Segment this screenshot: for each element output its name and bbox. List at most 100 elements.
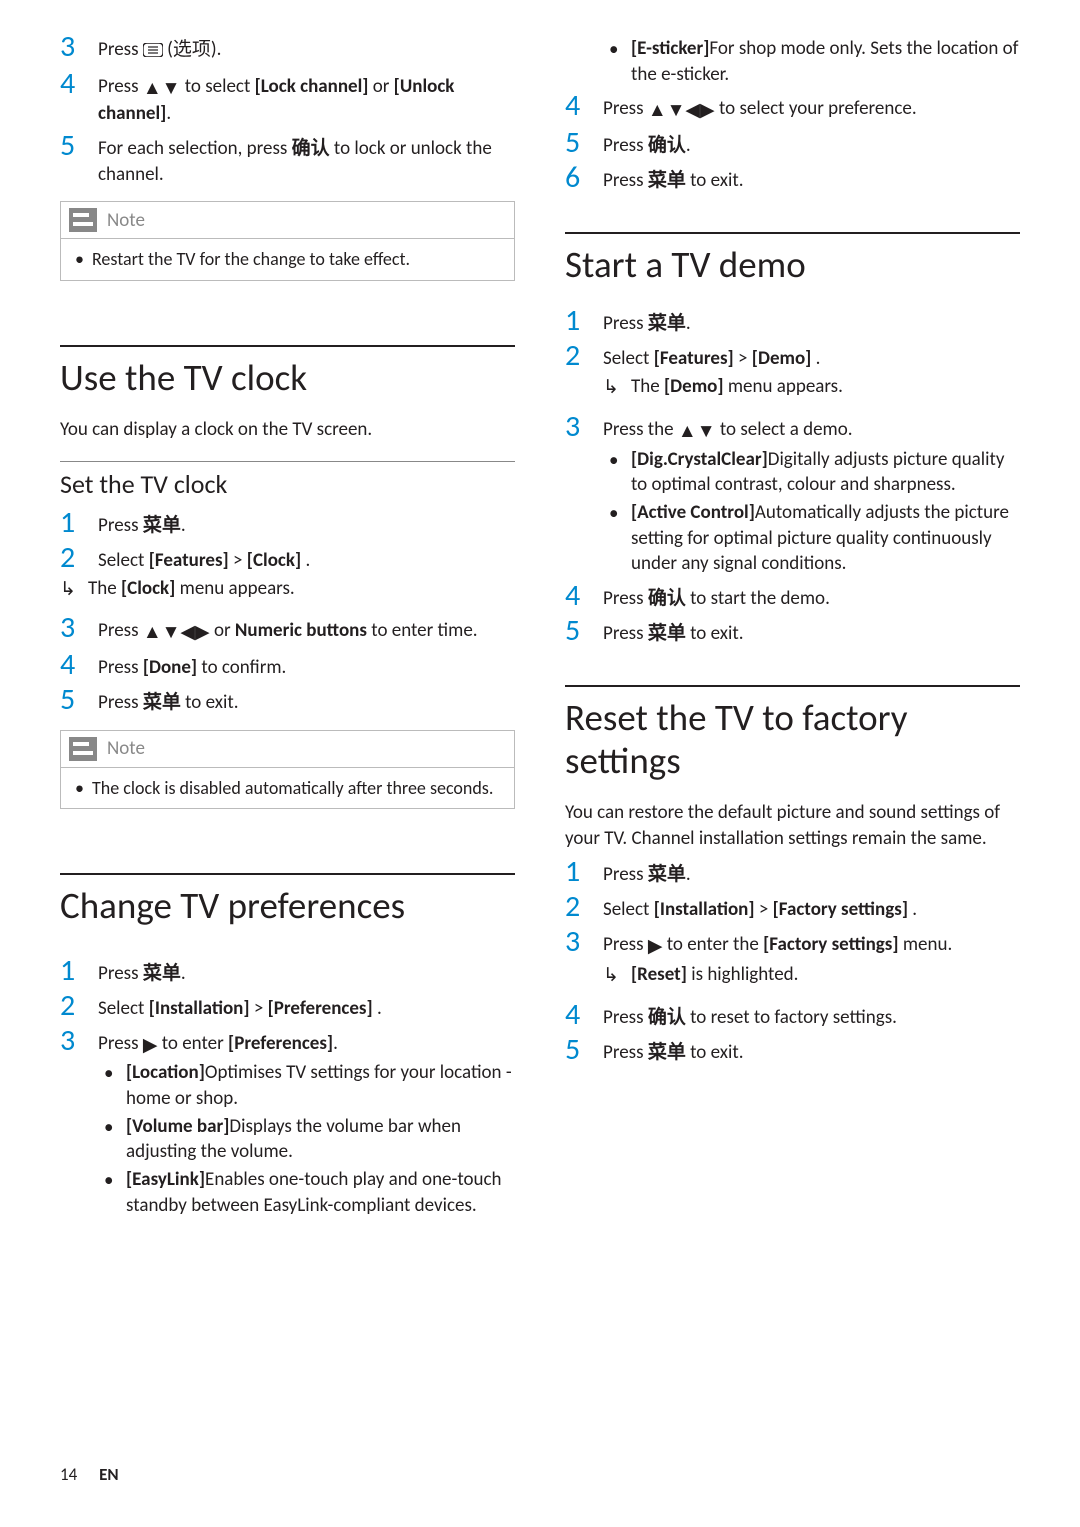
step-4: 4 Press [Done] to confirm.	[60, 648, 515, 681]
step-4: 4 Press 确认 to start the demo.	[565, 579, 1020, 612]
step-5: 5 Press 确认.	[565, 126, 1020, 159]
step-number: 4	[565, 998, 603, 1031]
result-arrow-icon: ↳	[603, 374, 631, 399]
bullet-icon: •	[98, 1114, 126, 1139]
note-icon	[69, 208, 97, 232]
prefs-sublist: • [Location]Optimises TV settings for yo…	[98, 1060, 515, 1218]
step-number: 5	[565, 1033, 603, 1066]
step-4: 4 Press ▲▼◀▶ to select your preference.	[565, 89, 1020, 124]
step-text: Press (选项).	[98, 30, 515, 65]
clock-steps: 1 Press 菜单. 2 Select [Features] > [Clock…	[60, 506, 515, 716]
step-text: Press ▲▼◀▶ to select your preference.	[603, 89, 1020, 124]
step-3: 3 Press (选项).	[60, 30, 515, 65]
item-text: [EasyLink]Enables one-touch play and one…	[126, 1167, 515, 1218]
step-number: 5	[60, 683, 98, 716]
step-text: Press 菜单.	[603, 304, 1020, 337]
up-down-icon: ▲▼	[678, 419, 716, 445]
step-5: 5 Press 菜单 to exit.	[60, 683, 515, 716]
result: ↳ [Reset] is highlighted.	[603, 962, 1020, 988]
options-icon	[143, 39, 163, 65]
bullet-icon: •	[98, 1060, 126, 1085]
step-number: 2	[565, 339, 603, 372]
page-content: 3 Press (选项). 4 Press ▲▼ to select [Lock…	[0, 0, 1080, 1232]
result-arrow-icon: ↳	[60, 576, 88, 601]
intro-text: You can display a clock on the TV screen…	[60, 417, 515, 443]
intro-text: You can restore the default picture and …	[565, 800, 1020, 851]
step-text: Press 菜单.	[98, 506, 515, 539]
step-number: 5	[60, 129, 98, 162]
note-header: Note	[61, 731, 514, 767]
step-number: 3	[60, 611, 98, 644]
step-number: 3	[60, 30, 98, 63]
demo-steps: 1 Press 菜单. 2 Select [Features] > [Demo]…	[565, 304, 1020, 646]
step-5: 5 Press 菜单 to exit.	[565, 614, 1020, 647]
step-text: Select [Installation] > [Factory setting…	[603, 890, 1020, 923]
step-number: 4	[60, 67, 98, 100]
step-text: Select [Installation] > [Preferences] .	[98, 989, 515, 1022]
step-text: Press ▲▼ to select [Lock channel] or [Un…	[98, 67, 515, 127]
note-box: Note • The clock is disabled automatical…	[60, 730, 515, 809]
result: ↳ The [Clock] menu appears.	[60, 576, 515, 602]
note-item: • Restart the TV for the change to take …	[75, 247, 500, 271]
step-3: 3 Press the ▲▼ to select a demo.	[565, 410, 1020, 445]
result-text: The [Demo] menu appears.	[631, 374, 1020, 400]
step-number: 1	[60, 954, 98, 987]
step-text: Press 菜单 to exit.	[603, 161, 1020, 194]
list-item: • [Active Control]Automatically adjusts …	[603, 500, 1020, 577]
step-2: 2 Select [Installation] > [Factory setti…	[565, 890, 1020, 923]
step-text: Press 确认 to reset to factory settings.	[603, 998, 1020, 1031]
step-text: Press the ▲▼ to select a demo.	[603, 410, 1020, 445]
demo-sublist: • [Dig.CrystalClear]Digitally adjusts pi…	[603, 447, 1020, 577]
step-text: Press ▶ to enter the [Factory settings] …	[603, 925, 1020, 960]
section-change-preferences: Change TV preferences	[60, 873, 515, 928]
bullet-icon: •	[98, 1167, 126, 1192]
list-item: • [Location]Optimises TV settings for yo…	[98, 1060, 515, 1111]
step-text: Press 确认 to start the demo.	[603, 579, 1020, 612]
step-text: Press 菜单 to exit.	[603, 614, 1020, 647]
page-number: 14	[60, 1464, 77, 1485]
list-item: • [Dig.CrystalClear]Digitally adjusts pi…	[603, 447, 1020, 498]
step-3: 3 Press ▲▼◀▶ or Numeric buttons to enter…	[60, 611, 515, 646]
bullet-icon: •	[603, 500, 631, 525]
note-title: Note	[107, 209, 145, 232]
section-use-tv-clock: Use the TV clock	[60, 345, 515, 400]
note-box: Note • Restart the TV for the change to …	[60, 201, 515, 280]
bullet-icon: •	[603, 447, 631, 472]
step-text: Press 菜单 to exit.	[603, 1033, 1020, 1066]
result-text: The [Clock] menu appears.	[88, 576, 515, 602]
item-text: [Volume bar]Displays the volume bar when…	[126, 1114, 515, 1165]
step-number: 1	[565, 855, 603, 888]
note-item: • The clock is disabled automatically af…	[75, 776, 500, 800]
step-5: 5 For each selection, press 确认 to lock o…	[60, 129, 515, 187]
step-1: 1 Press 菜单.	[60, 954, 515, 987]
bullet-icon: •	[603, 36, 631, 61]
all-arrows-icon: ▲▼◀▶	[648, 98, 715, 124]
step-4: 4 Press 确认 to reset to factory settings.	[565, 998, 1020, 1031]
step-text: Press 菜单.	[603, 855, 1020, 888]
list-item: • [Volume bar]Displays the volume bar wh…	[98, 1114, 515, 1165]
step-1: 1 Press 菜单.	[60, 506, 515, 539]
note-icon	[69, 737, 97, 761]
result: ↳ The [Demo] menu appears.	[603, 374, 1020, 400]
item-text: [Dig.CrystalClear]Digitally adjusts pict…	[631, 447, 1020, 498]
note-header: Note	[61, 202, 514, 238]
step-text: Press 菜单 to exit.	[98, 683, 515, 716]
step-number: 5	[565, 126, 603, 159]
step-2: 2 Select [Features] > [Clock] .	[60, 541, 515, 574]
result-arrow-icon: ↳	[603, 962, 631, 987]
note-body: • Restart the TV for the change to take …	[61, 238, 514, 279]
left-column: 3 Press (选项). 4 Press ▲▼ to select [Lock…	[60, 30, 515, 1232]
item-text: [Active Control]Automatically adjusts th…	[631, 500, 1020, 577]
step-number: 4	[565, 89, 603, 122]
step-2: 2 Select [Installation] > [Preferences] …	[60, 989, 515, 1022]
section-start-demo: Start a TV demo	[565, 232, 1020, 287]
item-text: [Location]Optimises TV settings for your…	[126, 1060, 515, 1111]
prefs-cont-sublist: • [E-sticker]For shop mode only. Sets th…	[603, 36, 1020, 87]
step-2: 2 Select [Features] > [Demo] .	[565, 339, 1020, 372]
step-1: 1 Press 菜单.	[565, 304, 1020, 337]
page-language: EN	[99, 1464, 119, 1485]
step-number: 2	[60, 541, 98, 574]
step-number: 1	[565, 304, 603, 337]
step-text: Select [Features] > [Demo] .	[603, 339, 1020, 372]
note-body: • The clock is disabled automatically af…	[61, 767, 514, 808]
